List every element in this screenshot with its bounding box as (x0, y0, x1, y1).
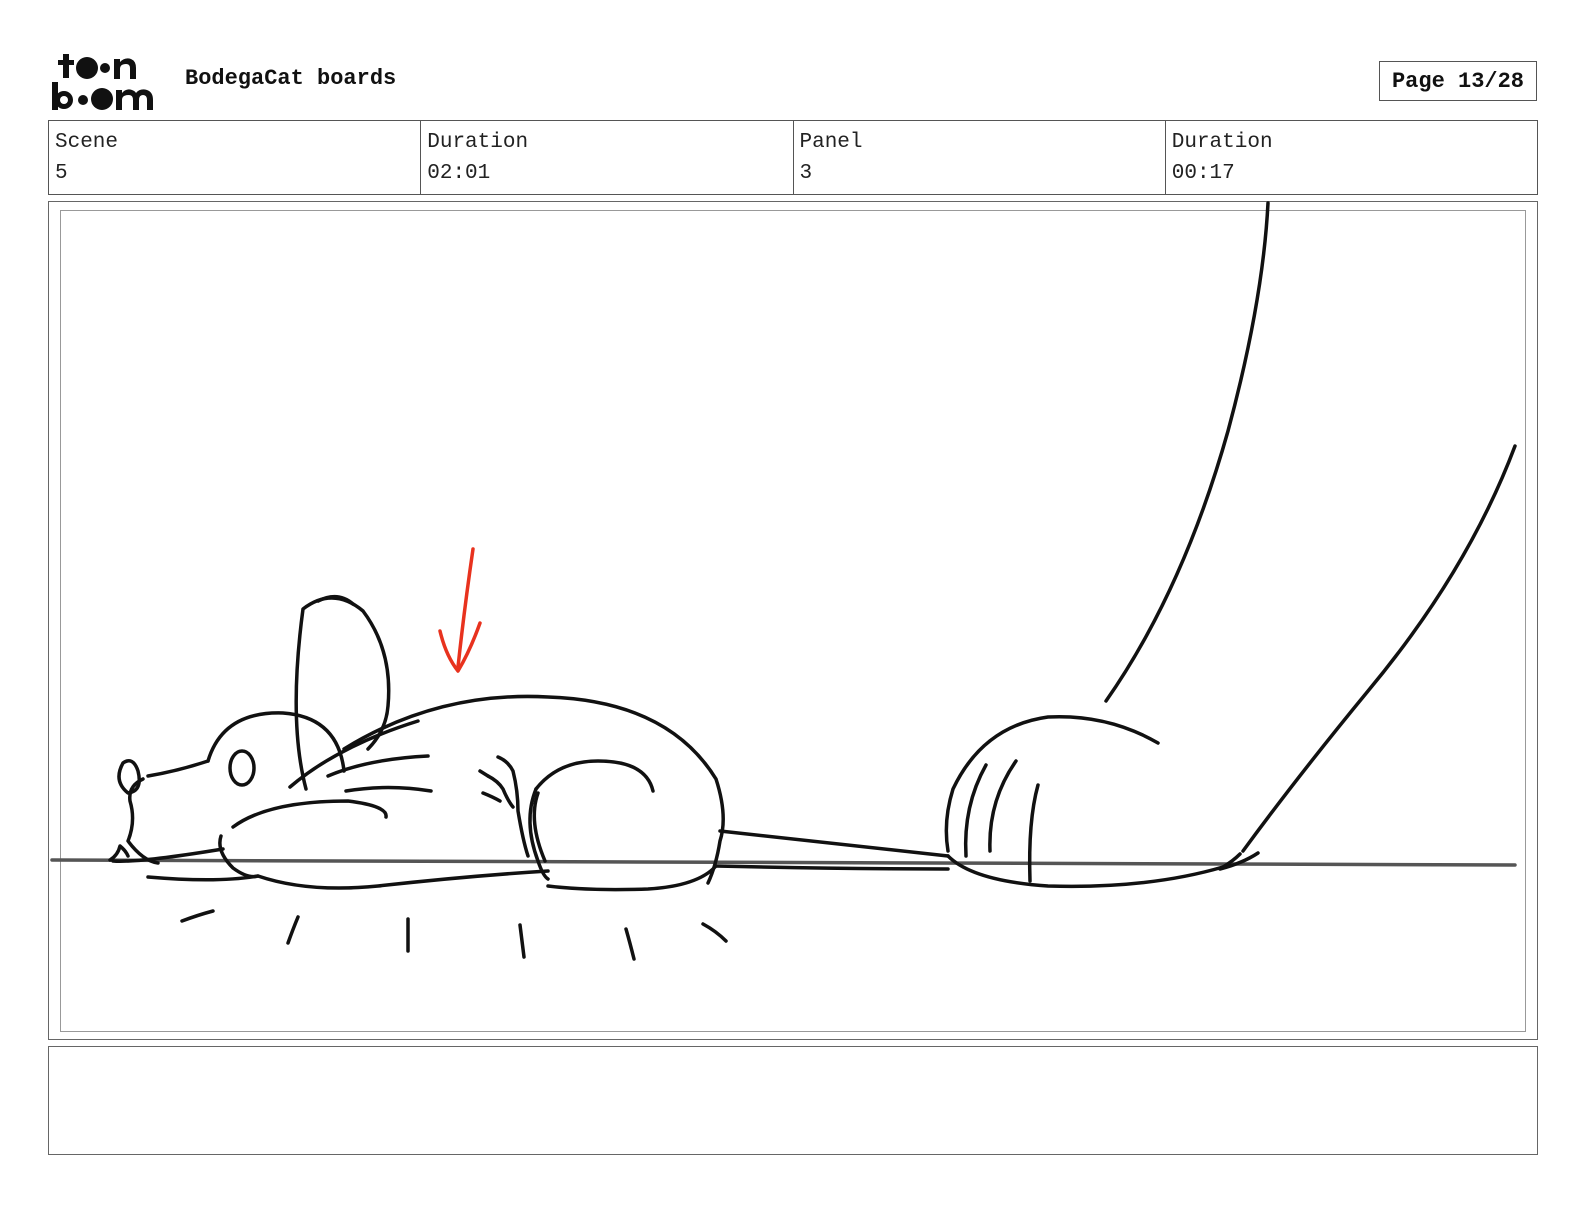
cat-paw-figure (944, 201, 1517, 889)
mouse-figure (108, 594, 950, 961)
panel-label: Panel (799, 131, 863, 154)
storyboard-drawing (50, 201, 1517, 961)
scene-value: 5 (55, 162, 68, 185)
red-arrow-annotation (438, 547, 482, 673)
toon-boom-logo (52, 54, 153, 110)
panel-duration-cell: Duration 00:17 (1166, 121, 1537, 194)
panel-value: 3 (799, 162, 813, 185)
page-indicator: Page 13/28 (1379, 61, 1537, 101)
ground-line (50, 858, 1517, 867)
scene-label: Scene (55, 131, 119, 154)
panel-notes-area[interactable] (48, 1046, 1538, 1155)
scene-duration-cell: Duration 02:01 (421, 121, 794, 194)
scene-info-table: Scene 5 Duration 02:01 Panel 3 Duration … (48, 120, 1538, 195)
project-title: BodegaCat boards (185, 66, 397, 91)
panel-cell: Panel 3 (794, 121, 1166, 194)
scene-duration-label: Duration (427, 131, 529, 154)
scene-duration-value: 02:01 (427, 162, 491, 185)
panel-duration-label: Duration (1171, 131, 1273, 154)
panel-duration-value: 00:17 (1171, 162, 1235, 185)
scene-cell: Scene 5 (49, 121, 422, 194)
